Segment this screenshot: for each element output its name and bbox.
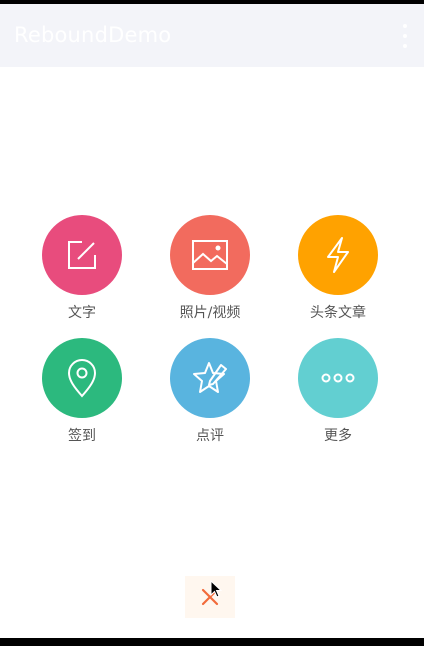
menu-item-label: 更多 [324,428,352,444]
more-dots-icon [321,373,355,383]
menu-item-label: 照片/视频 [179,305,241,321]
menu-item-label: 头条文章 [310,305,366,321]
app-title: ReboundDemo [14,23,172,47]
star-pen-icon [193,362,227,393]
image-icon [192,240,228,270]
app-bar: ReboundDemo [0,4,424,67]
lightning-icon [327,237,349,273]
app-screen: ReboundDemo 文字 照片/视频 头条文章 签到 点评 更多 [0,4,424,638]
location-pin-icon [67,359,97,398]
menu-item-label: 文字 [68,305,96,321]
menu-item-circle [42,338,122,418]
menu-item-circle [170,338,250,418]
menu-item-circle [170,215,250,295]
menu-item-circle [298,215,378,295]
menu-item-photo-video[interactable]: 照片/视频 [155,215,265,325]
menu-item-text[interactable]: 文字 [27,215,137,325]
more-vert-icon[interactable] [400,24,410,48]
menu-item-label: 点评 [196,428,224,444]
menu-item-review[interactable]: 点评 [155,338,265,448]
menu-item-more[interactable]: 更多 [283,338,393,448]
menu-item-circle [298,338,378,418]
mouse-cursor-icon [210,580,222,598]
menu-item-label: 签到 [68,428,96,444]
menu-item-checkin[interactable]: 签到 [27,338,137,448]
compose-icon [68,241,96,269]
menu-item-headline[interactable]: 头条文章 [283,215,393,325]
menu-item-circle [42,215,122,295]
